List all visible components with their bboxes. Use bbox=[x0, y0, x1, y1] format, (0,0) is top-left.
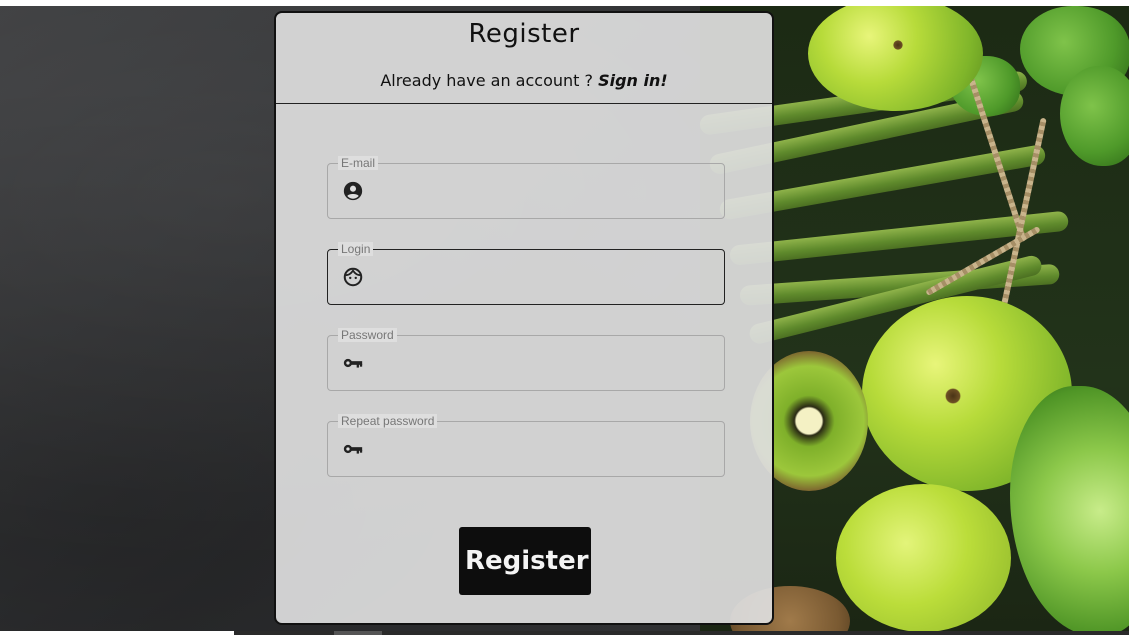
login-input[interactable] bbox=[374, 258, 718, 298]
key-icon bbox=[342, 352, 364, 374]
page-title: Register bbox=[468, 19, 580, 49]
panel-header: Register Already have an account ? Sign … bbox=[276, 13, 772, 104]
signin-prompt: Already have an account ? bbox=[380, 71, 593, 90]
signin-link[interactable]: Sign in! bbox=[598, 71, 668, 90]
signin-line: Already have an account ? Sign in! bbox=[276, 71, 772, 90]
horizontal-scrollbar[interactable] bbox=[234, 631, 1129, 635]
email-field[interactable]: E-mail bbox=[327, 156, 725, 219]
login-field[interactable]: Login bbox=[327, 242, 725, 305]
scrollbar-thumb[interactable] bbox=[334, 631, 382, 635]
register-button[interactable]: Register bbox=[459, 527, 591, 595]
repeat-password-field[interactable]: Repeat password bbox=[327, 414, 725, 477]
face-icon bbox=[342, 266, 364, 288]
key-icon bbox=[342, 438, 364, 460]
password-label: Password bbox=[338, 328, 397, 342]
repeat-password-input[interactable] bbox=[374, 430, 718, 470]
register-panel: Register Already have an account ? Sign … bbox=[274, 11, 774, 625]
email-input[interactable] bbox=[374, 172, 718, 212]
password-field[interactable]: Password bbox=[327, 328, 725, 391]
email-label: E-mail bbox=[338, 156, 379, 170]
login-label: Login bbox=[338, 242, 374, 256]
account-circle-icon bbox=[342, 180, 364, 202]
password-input[interactable] bbox=[374, 344, 718, 384]
repeat-password-label: Repeat password bbox=[338, 414, 438, 428]
